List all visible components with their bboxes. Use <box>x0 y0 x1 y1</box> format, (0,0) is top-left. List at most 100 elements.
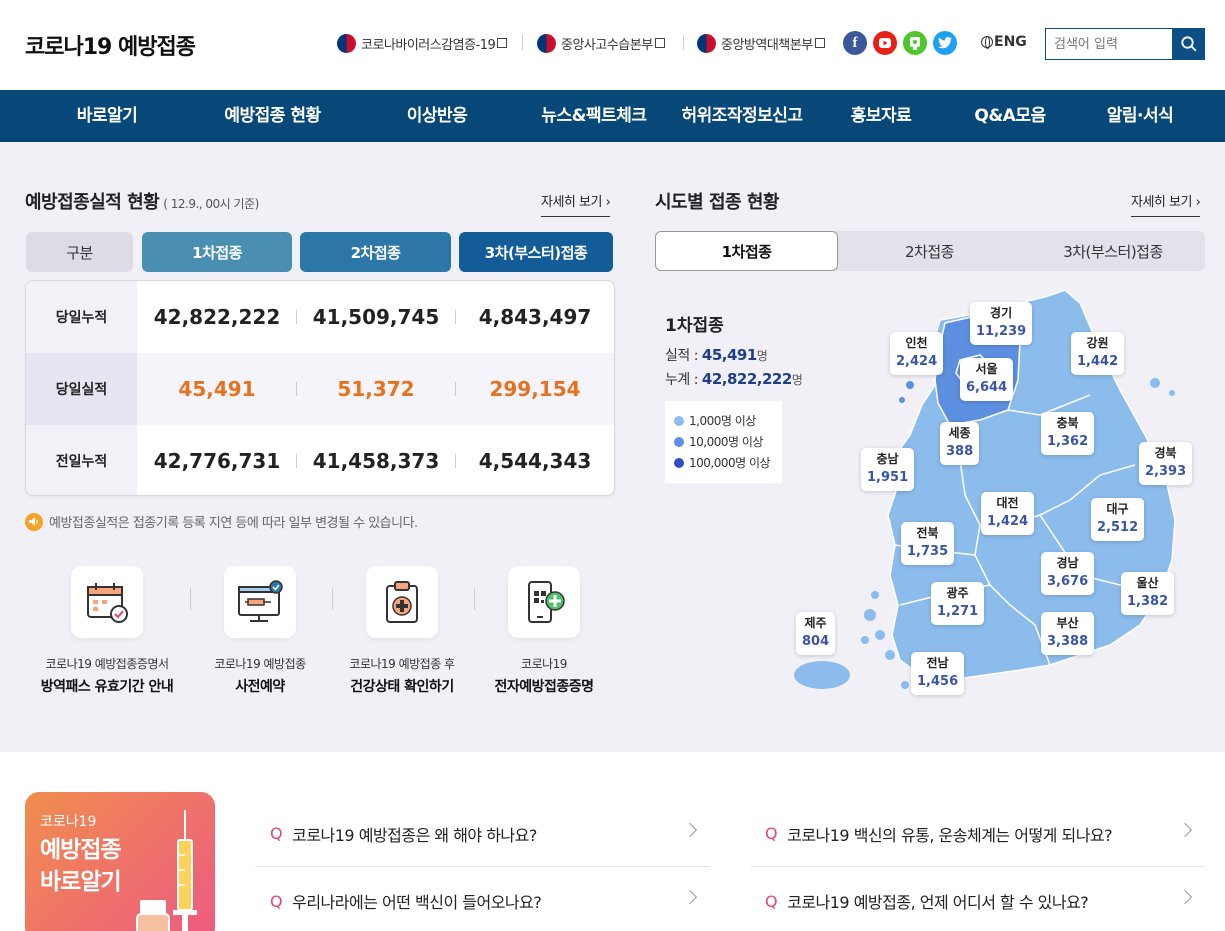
region-label-sejong[interactable]: 세종 388 <box>940 422 980 465</box>
faq-item[interactable]: Q 코로나19 예방접종, 언제 어디서 할 수 있나요? <box>750 868 1205 931</box>
map-island <box>861 636 869 644</box>
map-daily-count: 실적 : 45,491명 <box>665 345 768 365</box>
tab-dose1[interactable]: 1차접종 <box>655 231 838 271</box>
new-window-icon <box>654 38 665 48</box>
vaccination-basics-banner[interactable]: 코로나19 예방접종 바로알기 <box>25 792 215 931</box>
search-input[interactable] <box>1045 28 1173 60</box>
stats-header-dose3: 3차(부스터)접종 <box>459 232 613 272</box>
region-label-incheon[interactable]: 인천 2,424 <box>890 332 944 375</box>
facebook-icon[interactable]: f <box>843 31 867 55</box>
kakao-story-icon[interactable] <box>903 31 927 55</box>
region-label-jeju[interactable]: 제주 804 <box>796 612 836 655</box>
government-emblem-icon <box>697 33 716 53</box>
legend-dot <box>674 436 684 447</box>
faq-item[interactable]: Q 코로나19 예방접종은 왜 해야 하나요? <box>255 801 710 867</box>
stats-notice: 예방접종실적은 접종기록 등록 지연 등에 따라 일부 변경될 수 있습니다. <box>25 512 418 531</box>
region-label-ulsan[interactable]: 울산 1,382 <box>1121 572 1175 615</box>
region-label-gwangju[interactable]: 광주 1,271 <box>931 582 985 625</box>
quick-link-line1: 코로나19 <box>521 657 567 671</box>
quick-link-health-check[interactable]: 코로나19 예방접종 후 건강상태 확인하기 <box>327 566 477 696</box>
region-name: 충남 <box>876 452 899 466</box>
quick-link-vaccine-pass[interactable]: 코로나19 예방접종증명서 방역패스 유효기간 안내 <box>32 566 182 696</box>
map-tabs: 1차접종 2차접종 3차(부스터)접종 <box>655 231 1205 271</box>
region-label-daegu[interactable]: 대구 2,512 <box>1091 498 1145 541</box>
legend-item: 100,000명 이상 <box>674 452 782 473</box>
link-covid19-label: 코로나바이러스감염증-19 <box>361 37 496 53</box>
faq-q-icon: Q <box>270 824 283 843</box>
stats-header-dose1: 1차접종 <box>142 232 292 272</box>
nav-item-qa[interactable]: Q&A모음 <box>950 90 1070 142</box>
cell-dose1: 45,491 <box>178 377 256 401</box>
faq-question: 코로나19 백신의 유통, 운송체계는 어떻게 되나요? <box>787 825 1113 845</box>
region-value: 1,424 <box>987 514 1029 529</box>
tab-dose2[interactable]: 2차접종 <box>838 231 1021 271</box>
faq-item[interactable]: Q 우리나라에는 어떤 백신이 들어오나요? <box>255 868 710 931</box>
row-label: 당일누적 <box>26 281 137 353</box>
link-covid19[interactable]: 코로나바이러스감염증-19 <box>337 32 508 54</box>
map-legend: 1,000명 이상 10,000명 이상 100,000명 이상 <box>665 401 782 483</box>
map-island <box>875 630 885 640</box>
region-name: 충북 <box>1056 416 1079 430</box>
row-label: 당일실적 <box>26 353 137 425</box>
region-label-busan[interactable]: 부산 3,388 <box>1041 612 1095 655</box>
region-value: 2,424 <box>896 354 938 369</box>
faq-question: 우리나라에는 어떤 백신이 들어오나요? <box>292 893 542 912</box>
site-logo[interactable]: 코로나19 예방접종 <box>25 29 196 61</box>
region-label-gyeonggi[interactable]: 경기 11,239 <box>970 302 1033 345</box>
search-button[interactable] <box>1172 28 1205 60</box>
nav-item-notices-forms[interactable]: 알림·서식 <box>1080 90 1200 142</box>
region-label-chungbuk[interactable]: 충북 1,362 <box>1041 412 1095 455</box>
english-link[interactable]: ENG <box>981 34 1027 50</box>
banner-title-line2: 바로알기 <box>40 869 122 895</box>
cell-dose2: 41,509,745 <box>312 305 440 329</box>
clipboard-medical-icon <box>366 566 438 638</box>
quick-link-line2: 사전예약 <box>235 679 285 695</box>
stats-more-link[interactable]: 자세히 보기 › <box>541 191 611 217</box>
map-more-link[interactable]: 자세히 보기 › <box>1131 191 1201 217</box>
nav-item-adverse-reactions[interactable]: 이상반응 <box>378 90 496 142</box>
faq-item[interactable]: Q 코로나19 백신의 유통, 운송체계는 어떻게 되나요? <box>750 801 1205 867</box>
region-label-gangwon[interactable]: 강원 1,442 <box>1071 332 1125 375</box>
region-name: 대전 <box>996 496 1019 510</box>
region-name: 서울 <box>975 362 998 376</box>
cell-dose3: 4,544,343 <box>478 449 592 473</box>
link-central-quarantine-hq[interactable]: 중앙방역대책본부 <box>697 32 825 54</box>
region-label-daejeon[interactable]: 대전 1,424 <box>981 492 1035 535</box>
region-value: 804 <box>802 634 830 649</box>
faq-q-icon: Q <box>765 891 778 911</box>
globe-icon <box>981 36 993 49</box>
region-label-jeonbuk[interactable]: 전북 1,735 <box>901 522 955 565</box>
legend-item: 10,000명 이상 <box>674 431 782 452</box>
vaccination-stats-table: 당일누적 42,822,222 41,509,745 4,843,497 당일실… <box>25 280 615 496</box>
tab-dose3[interactable]: 3차(부스터)접종 <box>1021 231 1205 271</box>
map-island <box>1169 390 1175 396</box>
region-label-jeonnam[interactable]: 전남 1,456 <box>911 652 965 695</box>
nav-item-misinformation-report[interactable]: 허위조작정보신고 <box>668 90 816 142</box>
stats-header-dose2: 2차접종 <box>300 232 451 272</box>
unit: 명 <box>756 349 768 363</box>
faq-question: 코로나19 예방접종, 언제 어디서 할 수 있나요? <box>787 893 1089 912</box>
cell-dose2: 51,372 <box>337 377 415 401</box>
region-name: 전북 <box>916 526 939 540</box>
new-window-icon <box>814 38 825 48</box>
cell-dose1: 42,822,222 <box>153 305 281 329</box>
nav-item-promotional-materials[interactable]: 홍보자료 <box>822 90 940 142</box>
nav-item-vaccination-status[interactable]: 예방접종 현황 <box>200 90 345 142</box>
region-label-gyeongnam[interactable]: 경남 3,676 <box>1041 552 1095 595</box>
region-label-chungnam[interactable]: 충남 1,951 <box>861 448 915 491</box>
region-name: 경남 <box>1056 556 1079 570</box>
region-value: 11,239 <box>976 324 1027 339</box>
nav-item-news-factcheck[interactable]: 뉴스&팩트체크 <box>520 90 668 142</box>
map-island <box>864 609 876 621</box>
nav-item-basics[interactable]: 바로알기 <box>48 90 166 142</box>
table-row: 전일누적 42,776,731 41,458,373 4,544,343 <box>26 425 614 495</box>
link-central-disaster-hq[interactable]: 중앙사고수습본부 <box>537 32 665 54</box>
quick-link-pre-reservation[interactable]: 코로나19 예방접종 사전예약 <box>185 566 335 696</box>
table-row: 당일실적 45,491 51,372 299,154 <box>26 353 614 425</box>
quick-link-e-certificate[interactable]: 코로나19 전자예방접종증명 <box>469 566 619 696</box>
youtube-icon[interactable] <box>873 31 897 55</box>
region-label-gyeongbuk[interactable]: 경북 2,393 <box>1139 442 1193 485</box>
region-label-seoul[interactable]: 서울 6,644 <box>960 358 1014 401</box>
region-name: 부산 <box>1056 616 1079 630</box>
twitter-icon[interactable] <box>933 31 957 55</box>
